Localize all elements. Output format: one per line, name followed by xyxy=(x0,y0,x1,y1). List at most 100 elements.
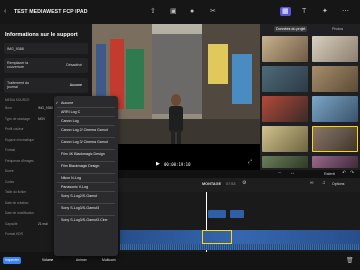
media-browser: Données du projet Photos 26 ♡ ★ xyxy=(260,24,360,190)
clip-main[interactable] xyxy=(120,230,360,244)
timeline-options[interactable]: Options xyxy=(332,182,344,186)
viewer-timecode: 00:00:19:10 xyxy=(164,162,191,167)
log-menu-item-label: Canon Log 3/ Cinema Gamut xyxy=(61,139,108,144)
multicam-button[interactable]: Multicam xyxy=(100,257,118,264)
metadata-label: Fréquence d'images xyxy=(5,158,34,163)
log-processing-row[interactable]: Traitement du journal Aucune xyxy=(4,78,88,93)
log-menu-item[interactable]: Canon Log xyxy=(54,117,118,125)
clip-upper[interactable] xyxy=(208,210,226,218)
log-processing-label: Traitement du journal xyxy=(7,81,30,89)
top-toolbar: ‹ TEST MEDIAWEST FCP IPAD ⇧ ▣ ● ✂ ▦ T ✦ … xyxy=(0,0,360,24)
thumbnail[interactable] xyxy=(262,66,308,92)
project-title: TEST MEDIAWEST FCP IPAD xyxy=(14,9,88,15)
settings-icon[interactable]: ⚙ xyxy=(242,181,246,186)
override-label: Remplacer la couverture xyxy=(7,61,29,69)
log-processing-menu: ✓ Aucune ARRI Log C Canon Log Canon Log 2/ C… xyxy=(54,96,118,256)
timeline[interactable] xyxy=(92,192,360,252)
metadata-label: Date de modification xyxy=(5,211,35,215)
log-menu-item-label: Aucune xyxy=(61,100,74,105)
metadata-label: Format xyxy=(5,148,16,152)
inspect-button[interactable]: Inspecter xyxy=(3,257,21,264)
playback-speed[interactable]: Ralenti xyxy=(324,172,335,176)
cut-icon[interactable]: ✂ xyxy=(210,8,216,15)
trim-icon[interactable]: ↔ xyxy=(290,171,295,176)
log-menu-item[interactable]: Sony S-Log3/S-Gamut3 xyxy=(54,204,118,215)
animate-label: Animer xyxy=(76,258,87,262)
log-menu-item[interactable]: Film Blackmagic Design xyxy=(54,162,118,173)
split-icon[interactable]: ┄ xyxy=(278,171,281,176)
share-icon[interactable]: ⇧ xyxy=(150,8,156,15)
thumbnail[interactable] xyxy=(262,126,308,152)
volume-button[interactable]: Volume xyxy=(40,257,55,264)
thumbnail[interactable] xyxy=(312,36,358,62)
clip-name: IMG_9388 xyxy=(7,46,24,51)
log-menu-item-label: Sony S-Log3/S-Gamut3.Cine xyxy=(61,217,108,222)
tab-project-media[interactable]: Données du projet xyxy=(274,26,308,32)
log-menu-item-label: Nikon N-Log xyxy=(61,175,81,180)
thumbnail[interactable] xyxy=(312,66,358,92)
metadata-label: Profil couleur xyxy=(5,127,24,131)
log-menu-item[interactable]: ✓ Aucune xyxy=(54,99,118,107)
media-source-heading: MEDIA SOURCE xyxy=(5,98,30,102)
undo-icon[interactable]: ↶ xyxy=(342,171,346,176)
timeline-duration: 07:53 xyxy=(226,182,236,186)
animate-button[interactable]: Animer xyxy=(74,257,89,264)
camera-icon[interactable]: ▣ xyxy=(170,8,177,15)
metadata-label: Espace chromatique xyxy=(5,137,35,142)
log-menu-item[interactable]: Nikon N-Log xyxy=(54,174,118,182)
metadata-label: Date de création xyxy=(5,200,29,205)
log-menu-item[interactable]: Panasonic V-Log xyxy=(54,183,118,191)
more-icon[interactable]: ⋯ xyxy=(342,8,349,15)
log-menu-item[interactable]: Canon Log 3/ Cinema Gamut xyxy=(54,138,118,149)
log-menu-item-label: Film 4K Blackmagic Design xyxy=(61,151,105,156)
titles-icon[interactable]: T xyxy=(302,8,306,15)
chevron-left-icon[interactable]: ‹ xyxy=(4,8,6,15)
audio-track[interactable] xyxy=(120,244,360,250)
checkmark-icon: ✓ xyxy=(55,100,59,105)
tab-photos[interactable]: Photos xyxy=(332,27,343,31)
thumbnail[interactable] xyxy=(262,36,308,62)
voiceover-icon[interactable]: ● xyxy=(190,8,194,15)
log-menu-item-label: Sony S-Log3/S-Gamut3 xyxy=(61,205,100,210)
metadata-value: 21 mai xyxy=(38,221,48,226)
log-processing-value[interactable]: Aucune xyxy=(70,83,82,87)
inspector-title: Informations sur le support xyxy=(5,32,78,38)
metadata-label: Type de stockage xyxy=(5,116,30,121)
log-menu-item[interactable]: ARRI Log C xyxy=(54,108,118,116)
log-menu-item[interactable]: Film 4K Blackmagic Design xyxy=(54,150,118,161)
media-browser-icon[interactable]: ▦ xyxy=(280,7,291,16)
log-menu-item[interactable]: Sony S-Log3/S-Gamut3.Cine xyxy=(54,216,118,227)
inspect-label: Inspecter xyxy=(5,258,19,262)
viewer-controls: ↶ ↷ ┄ ↔ Ralenti xyxy=(92,170,360,178)
thumbnail[interactable] xyxy=(312,96,358,122)
log-menu-item-label: Film Blackmagic Design xyxy=(61,163,100,168)
thumbnail-selected[interactable] xyxy=(312,126,358,152)
thumbnail[interactable] xyxy=(312,156,358,168)
thumbnail[interactable] xyxy=(262,96,308,122)
link-icon[interactable]: ∞ xyxy=(310,181,314,186)
timeline-title: MONTAGE xyxy=(202,182,222,186)
clip-selected[interactable] xyxy=(202,230,232,244)
metadata-label: Capacité xyxy=(5,221,18,226)
clip-name-field[interactable]: IMG_9388 xyxy=(4,43,88,54)
timeline-header: MONTAGE 07:53 ⚙ ∞ ♫ Options xyxy=(92,178,360,192)
play-icon[interactable]: ▶ xyxy=(156,162,160,167)
log-menu-item-label: Sony S-Log2/S-Gamut xyxy=(61,193,98,198)
browser-tabs: Données du projet Photos xyxy=(262,26,358,34)
log-menu-item[interactable]: Canon Log 2/ Cinema Gamut xyxy=(54,126,118,137)
clip-upper[interactable] xyxy=(230,210,244,218)
metadata-value: IMG_9388 xyxy=(38,106,53,110)
metadata-value: MOV xyxy=(38,116,46,121)
redo-icon[interactable]: ↷ xyxy=(350,171,354,176)
fullscreen-icon[interactable]: ⤢ xyxy=(248,160,252,165)
log-menu-item-label: Canon Log 2/ Cinema Gamut xyxy=(61,127,108,132)
override-row[interactable]: Remplacer la couverture Désactivé xyxy=(4,58,88,73)
metadata-label: Codec xyxy=(5,179,15,184)
thumbnail[interactable] xyxy=(262,156,308,168)
multicam-label: Multicam xyxy=(102,258,116,262)
effects-icon[interactable]: ✦ xyxy=(322,8,328,15)
audio-icon[interactable]: ♫ xyxy=(322,181,326,186)
override-value[interactable]: Désactivé xyxy=(66,63,82,67)
delete-icon[interactable]: 🗑 xyxy=(346,258,354,264)
log-menu-item[interactable]: Sony S-Log2/S-Gamut xyxy=(54,192,118,203)
